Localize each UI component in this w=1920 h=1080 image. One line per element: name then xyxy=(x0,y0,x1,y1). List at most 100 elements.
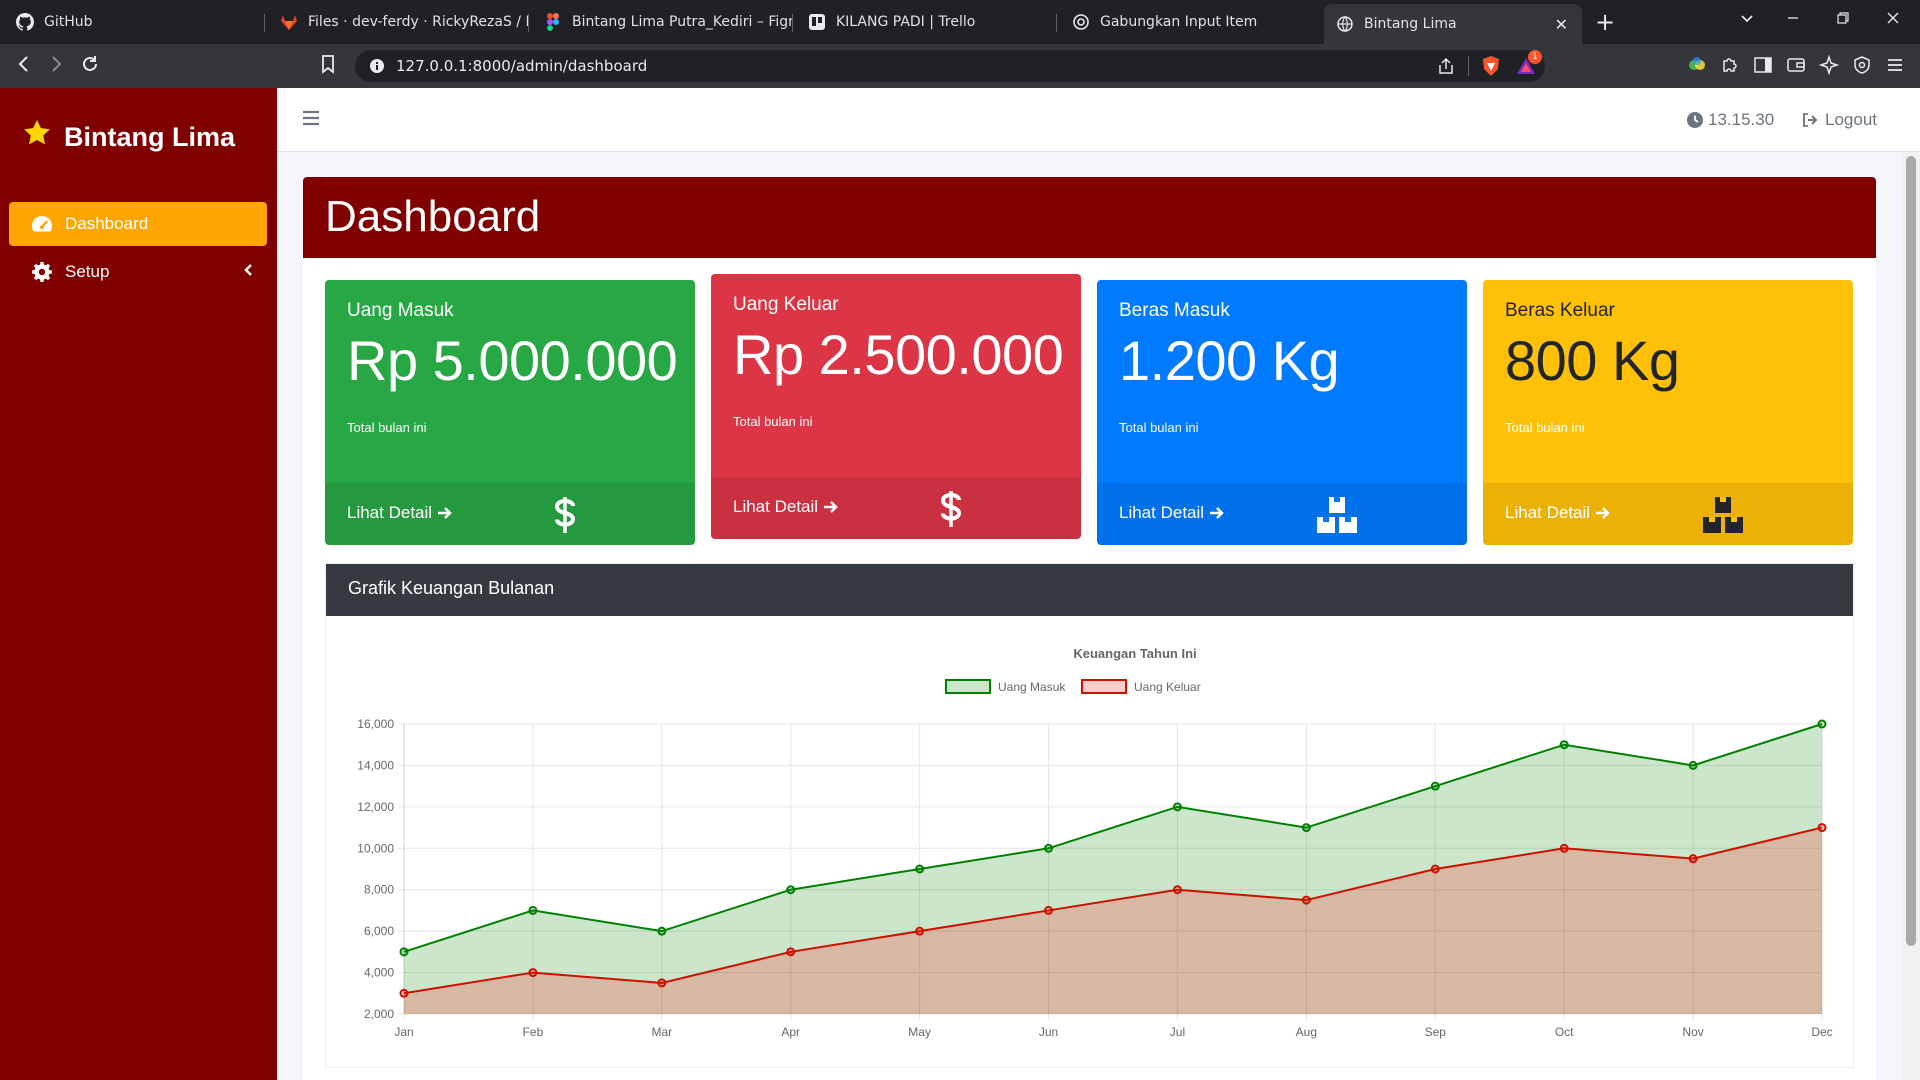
card-value: 800 Kg xyxy=(1505,329,1680,392)
data-point xyxy=(1688,760,1698,770)
data-point xyxy=(528,905,538,915)
card-value: 1.200 Kg xyxy=(1119,329,1340,392)
card-uang-keluar: Uang Keluar Rp 2.500.000 Total bulan ini… xyxy=(711,274,1081,539)
x-tick-label: May xyxy=(908,1025,931,1039)
data-point xyxy=(915,864,925,874)
hamburger-icon[interactable] xyxy=(302,110,320,130)
site-info-icon[interactable] xyxy=(369,58,385,78)
main-content: Dashboard Uang Masuk Rp 5.000.000 Total … xyxy=(277,152,1902,1080)
lihat-detail-link[interactable]: Lihat Detail xyxy=(1119,503,1224,523)
back-icon[interactable] xyxy=(14,54,34,79)
lihat-detail-link[interactable]: Lihat Detail xyxy=(347,503,452,523)
logout-link[interactable]: Logout xyxy=(1802,110,1877,130)
card-footer: Lihat Detail xyxy=(711,477,1081,539)
legend-swatch xyxy=(1081,679,1127,694)
x-tick-label: Jun xyxy=(1039,1025,1058,1039)
rewards-badge: 1 xyxy=(1528,50,1542,64)
x-tick-label: Apr xyxy=(781,1025,800,1039)
tab-label: Gabungkan Input Item xyxy=(1100,14,1258,30)
data-point xyxy=(657,978,667,988)
sidebar-item-setup[interactable]: Setup xyxy=(9,250,267,294)
card-beras-keluar: Beras Keluar 800 Kg Total bulan ini Liha… xyxy=(1483,280,1853,545)
data-point xyxy=(1688,854,1698,864)
new-tab-button[interactable]: + xyxy=(1595,8,1615,36)
dollar-icon xyxy=(545,495,585,535)
y-tick-label: 10,000 xyxy=(357,841,394,855)
clock-time: 13.15.30 xyxy=(1708,110,1775,129)
forward-icon[interactable] xyxy=(46,54,66,79)
brand-name: Bintang Lima xyxy=(64,121,236,152)
bookmark-icon[interactable] xyxy=(320,54,336,79)
sidebar-toggle-icon[interactable] xyxy=(1753,55,1773,75)
close-tab-icon[interactable]: ✕ xyxy=(1555,15,1568,34)
browser-tab-gitlab[interactable]: Files · dev-ferdy · RickyRezaS / Binta xyxy=(268,6,528,38)
restore-icon[interactable] xyxy=(1836,10,1850,29)
tachometer-icon xyxy=(31,213,53,235)
dollar-icon xyxy=(931,489,971,529)
share-icon[interactable] xyxy=(1437,57,1455,79)
figma-icon xyxy=(544,13,562,31)
browser-tab-github[interactable]: GitHub xyxy=(4,6,264,38)
tab-label: KILANG PADI | Trello xyxy=(836,14,976,30)
page-scrollbar[interactable] xyxy=(1902,152,1920,1080)
y-tick-label: 8,000 xyxy=(364,883,394,897)
card-beras-masuk: Beras Masuk 1.200 Kg Total bulan ini Lih… xyxy=(1097,280,1467,545)
x-tick-label: Feb xyxy=(523,1025,544,1039)
browser-tab-figma[interactable]: Bintang Lima Putra_Kediri – Figma xyxy=(532,6,792,38)
reload-icon[interactable] xyxy=(80,54,100,79)
card-title: Beras Keluar xyxy=(1505,300,1615,321)
finance-line-chart: Keuangan Tahun Ini 16,000 14,000 12,000 10,0… xyxy=(357,646,1832,1039)
arrow-right-icon xyxy=(1208,505,1224,521)
wallet-icon[interactable] xyxy=(1786,55,1806,75)
card-footer: Lihat Detail xyxy=(1483,483,1853,545)
legend-label: Uang Masuk xyxy=(998,680,1066,694)
card-footer: Lihat Detail xyxy=(325,483,695,545)
y-tick-label: 12,000 xyxy=(357,800,394,814)
page-title: Dashboard xyxy=(325,192,541,241)
data-point xyxy=(528,968,538,978)
sign-out-icon xyxy=(1802,112,1820,128)
address-bar[interactable]: 127.0.0.1:8000/admin/dashboard 1 xyxy=(355,50,1545,82)
y-tick-label: 6,000 xyxy=(364,924,394,938)
arrow-right-icon xyxy=(1594,505,1610,521)
x-tick-label: Jul xyxy=(1170,1025,1185,1039)
tab-search-icon[interactable] xyxy=(1740,10,1754,29)
close-window-icon[interactable] xyxy=(1886,10,1900,29)
data-point xyxy=(786,947,796,957)
trello-icon xyxy=(808,13,826,31)
url-text: 127.0.0.1:8000/admin/dashboard xyxy=(396,57,648,75)
browser-tab-trello[interactable]: KILANG PADI | Trello xyxy=(796,6,1056,38)
browser-menu-icon[interactable] xyxy=(1885,55,1905,75)
card-title: Uang Keluar xyxy=(733,294,839,315)
lihat-detail-link[interactable]: Lihat Detail xyxy=(733,497,838,517)
brave-shields-icon[interactable] xyxy=(1481,55,1501,81)
chart-panel: Grafik Keuangan Bulanan Keuangan Tahun I… xyxy=(325,563,1854,1068)
leo-ai-icon[interactable] xyxy=(1818,54,1840,76)
browser-tab-bintang-lima[interactable]: Bintang Lima ✕ xyxy=(1324,4,1582,44)
gitlab-icon xyxy=(280,13,298,31)
extensions-puzzle-icon[interactable] xyxy=(1720,55,1740,75)
x-tick-label: Sep xyxy=(1425,1025,1447,1039)
brand-link[interactable]: Bintang Lima xyxy=(22,118,235,156)
browser-toolbar: 127.0.0.1:8000/admin/dashboard 1 xyxy=(0,44,1920,88)
card-subtitle: Total bulan ini xyxy=(347,420,427,435)
star-icon xyxy=(22,118,52,156)
x-tick-label: Nov xyxy=(1682,1025,1703,1039)
vpn-shield-icon[interactable] xyxy=(1852,55,1872,75)
lihat-detail-link[interactable]: Lihat Detail xyxy=(1505,503,1610,523)
browser-tab-chatgpt[interactable]: Gabungkan Input Item xyxy=(1060,6,1320,38)
tab-label: Bintang Lima xyxy=(1364,16,1457,32)
x-tick-label: Aug xyxy=(1296,1025,1317,1039)
sidebar-item-dashboard[interactable]: Dashboard xyxy=(9,202,267,246)
tab-label: GitHub xyxy=(44,14,93,30)
scrollbar-thumb[interactable] xyxy=(1906,156,1916,946)
extension-colorful-icon[interactable] xyxy=(1687,55,1707,75)
card-subtitle: Total bulan ini xyxy=(1119,420,1199,435)
logout-label: Logout xyxy=(1825,110,1877,129)
data-point xyxy=(1817,719,1827,729)
chatgpt-icon xyxy=(1072,13,1090,31)
boxes-icon xyxy=(1703,495,1743,535)
top-navbar: 13.15.30 Logout xyxy=(277,88,1920,152)
card-value: Rp 5.000.000 xyxy=(347,329,678,392)
minimize-icon[interactable] xyxy=(1786,10,1800,29)
